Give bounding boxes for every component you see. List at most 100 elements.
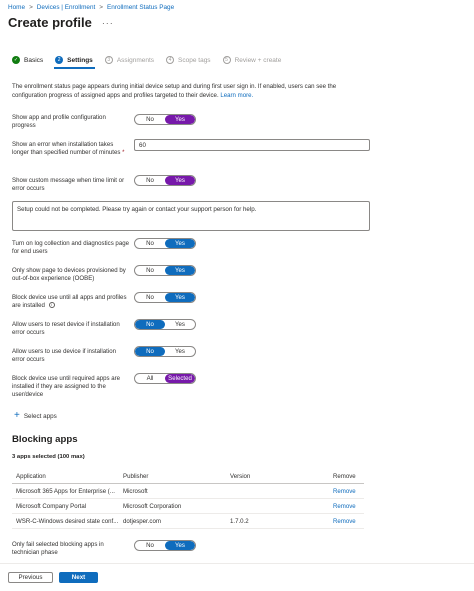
toggle-option-yes[interactable]: Yes bbox=[165, 239, 195, 248]
toggle-option-no[interactable]: No bbox=[135, 320, 165, 329]
cell-version: 1.7.0.2 bbox=[230, 517, 249, 525]
timeout-minutes-input[interactable]: 60 bbox=[134, 139, 370, 151]
cell-application: Microsoft Company Portal bbox=[16, 502, 87, 510]
remove-link[interactable]: Remove bbox=[333, 488, 364, 495]
toggle-option-yes[interactable]: Yes bbox=[165, 176, 195, 185]
page-title: Create profile bbox=[8, 15, 92, 30]
step-label: Review + create bbox=[234, 56, 282, 64]
active-step-indicator bbox=[54, 67, 95, 69]
column-header-version: Version bbox=[230, 473, 251, 480]
toggle-option-no[interactable]: No bbox=[135, 176, 165, 185]
log-collection-toggle[interactable]: No Yes bbox=[134, 238, 196, 249]
next-button[interactable]: Next bbox=[59, 572, 98, 583]
apps-selected-count: 3 apps selected (100 max) bbox=[12, 454, 85, 460]
table-row: WSR-C-Windows desired state conf... dotj… bbox=[12, 514, 364, 529]
technician-phase-toggle[interactable]: No Yes bbox=[134, 540, 196, 551]
setting-label: Block device use until required apps are… bbox=[12, 375, 121, 398]
setting-label-text: Block device use until all apps and prof… bbox=[12, 294, 127, 309]
step-review-create[interactable]: 5 Review + create bbox=[222, 56, 282, 64]
oobe-only-toggle[interactable]: No Yes bbox=[134, 265, 196, 276]
checkmark-icon: ✓ bbox=[12, 56, 20, 64]
remove-link[interactable]: Remove bbox=[333, 518, 364, 525]
toggle-option-no[interactable]: No bbox=[135, 266, 165, 275]
select-apps-label: Select apps bbox=[23, 412, 57, 420]
step-number: 3 bbox=[104, 56, 113, 64]
column-header-publisher: Publisher bbox=[123, 473, 149, 480]
toggle-option-selected[interactable]: Selected bbox=[165, 374, 195, 383]
toggle-option-yes[interactable]: Yes bbox=[165, 347, 195, 356]
column-header-remove: Remove bbox=[333, 473, 356, 480]
column-header-application: Application bbox=[16, 473, 46, 480]
step-label: Scope tags bbox=[178, 56, 211, 64]
setting-allow-reset: Allow users to reset device if installat… bbox=[12, 321, 130, 337]
step-number: 4 bbox=[166, 56, 175, 64]
description: The enrollment status page appears durin… bbox=[12, 82, 364, 100]
table-row: Microsoft 365 Apps for Enterprise (... M… bbox=[12, 484, 364, 499]
setting-label: Only fail selected blocking apps in tech… bbox=[12, 541, 104, 556]
learn-more-link[interactable]: Learn more. bbox=[220, 92, 253, 99]
setting-label: Show custom message when time limit or e… bbox=[12, 177, 125, 192]
setting-technician-phase: Only fail selected blocking apps in tech… bbox=[12, 541, 130, 557]
more-icon[interactable]: ··· bbox=[102, 18, 114, 28]
toggle-option-no[interactable]: No bbox=[135, 293, 165, 302]
setting-timeout: Show an error when installation takes lo… bbox=[12, 141, 130, 157]
block-required-toggle[interactable]: All Selected bbox=[134, 373, 196, 384]
cell-publisher: Microsoft Corporation bbox=[123, 502, 182, 510]
section-title: Blocking apps bbox=[12, 434, 78, 445]
block-until-all-toggle[interactable]: No Yes bbox=[134, 292, 196, 303]
toggle-option-no[interactable]: No bbox=[135, 239, 165, 248]
setting-label: Show app and profile configuration progr… bbox=[12, 114, 106, 129]
step-scope-tags[interactable]: 4 Scope tags bbox=[166, 56, 211, 64]
step-label: Assignments bbox=[116, 56, 155, 64]
show-progress-toggle[interactable]: No Yes bbox=[134, 114, 196, 125]
title-row: Create profile ··· bbox=[8, 15, 114, 30]
breadcrumb-enrollment-status-page[interactable]: Enrollment Status Page bbox=[107, 4, 174, 11]
custom-message-toggle[interactable]: No Yes bbox=[134, 175, 196, 186]
breadcrumb-devices-enrollment[interactable]: Devices | Enrollment bbox=[37, 4, 96, 11]
allow-use-toggle[interactable]: No Yes bbox=[134, 346, 196, 357]
setting-label: Turn on log collection and diagnostics p… bbox=[12, 240, 129, 255]
setting-show-progress: Show app and profile configuration progr… bbox=[12, 114, 130, 130]
toggle-option-no[interactable]: No bbox=[135, 347, 165, 356]
blocking-apps-table: Application Publisher Version Remove Mic… bbox=[12, 470, 364, 529]
previous-button[interactable]: Previous bbox=[8, 572, 53, 583]
setting-label: Allow users to reset device if installat… bbox=[12, 321, 120, 336]
required-marker: * bbox=[122, 149, 125, 156]
toggle-option-yes[interactable]: Yes bbox=[165, 266, 195, 275]
toggle-option-yes[interactable]: Yes bbox=[165, 320, 195, 329]
step-settings[interactable]: 2 Settings bbox=[55, 56, 93, 64]
toggle-option-no[interactable]: No bbox=[135, 115, 165, 124]
setting-label: Block device use until all apps and prof… bbox=[12, 294, 130, 310]
breadcrumb-separator: > bbox=[29, 4, 33, 11]
toggle-option-yes[interactable]: Yes bbox=[165, 293, 195, 302]
setting-label: Show an error when installation takes lo… bbox=[12, 141, 130, 157]
wizard-steps: ✓ Basics 2 Settings 3 Assignments 4 Scop… bbox=[12, 56, 293, 64]
breadcrumb-home[interactable]: Home bbox=[8, 4, 25, 11]
custom-message-textarea[interactable]: Setup could not be completed. Please try… bbox=[12, 201, 370, 231]
step-assignments[interactable]: 3 Assignments bbox=[104, 56, 155, 64]
setting-block-until-all: Block device use until all apps and prof… bbox=[12, 294, 130, 310]
cell-publisher: dotjesper.com bbox=[123, 517, 161, 525]
step-label: Settings bbox=[67, 56, 93, 64]
toggle-option-yes[interactable]: Yes bbox=[165, 541, 195, 550]
toggle-option-yes[interactable]: Yes bbox=[165, 115, 195, 124]
step-number: 5 bbox=[222, 56, 231, 64]
cell-application: Microsoft 365 Apps for Enterprise (... bbox=[16, 487, 115, 495]
breadcrumb: Home > Devices | Enrollment > Enrollment… bbox=[8, 4, 174, 11]
toggle-option-no[interactable]: No bbox=[135, 541, 165, 550]
breadcrumb-separator: > bbox=[99, 4, 104, 11]
plus-icon: + bbox=[14, 410, 20, 421]
setting-log-collection: Turn on log collection and diagnostics p… bbox=[12, 240, 130, 256]
step-label: Basics bbox=[24, 56, 44, 64]
allow-reset-toggle[interactable]: No Yes bbox=[134, 319, 196, 330]
footer-divider bbox=[0, 563, 474, 564]
setting-label-text: Show an error when installation takes lo… bbox=[12, 141, 121, 156]
cell-publisher: Microsoft bbox=[123, 487, 148, 495]
select-apps-button[interactable]: + Select apps bbox=[14, 410, 57, 421]
setting-custom-message: Show custom message when time limit or e… bbox=[12, 177, 130, 193]
toggle-option-all[interactable]: All bbox=[135, 374, 165, 383]
info-icon[interactable]: i bbox=[48, 302, 55, 309]
remove-link[interactable]: Remove bbox=[333, 503, 364, 510]
setting-allow-use: Allow users to use device if installatio… bbox=[12, 348, 130, 364]
step-basics[interactable]: ✓ Basics bbox=[12, 56, 43, 64]
